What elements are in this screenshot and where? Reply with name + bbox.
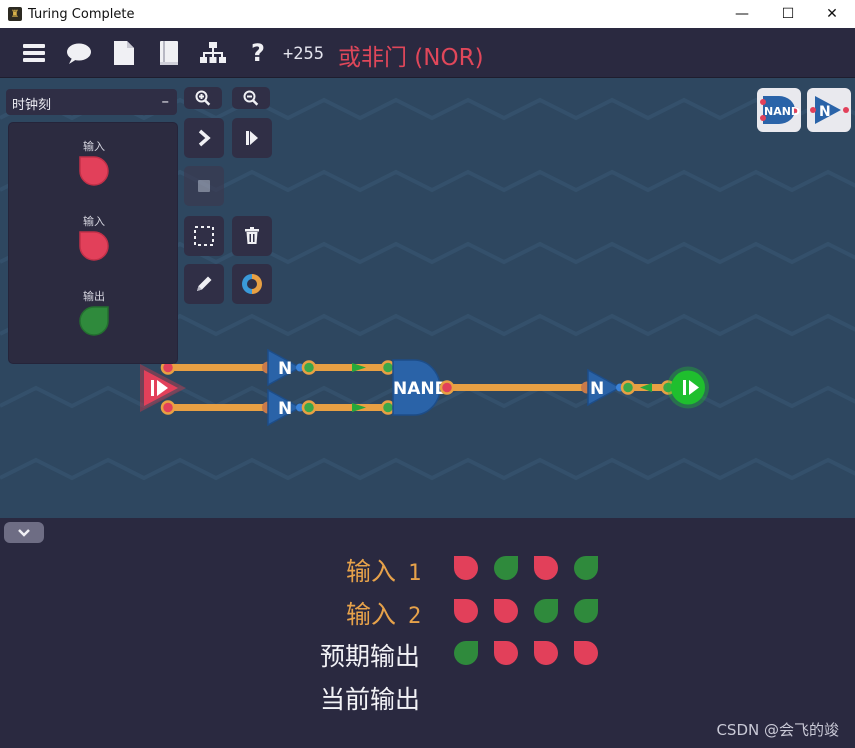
not-gate-label: N — [590, 379, 604, 399]
input-pin-icon[interactable] — [78, 155, 110, 187]
not-gate-icon: N — [810, 96, 849, 124]
document-icon[interactable] — [111, 40, 137, 66]
row-label-expected-output: 预期输出 — [320, 642, 421, 671]
output-component[interactable] — [660, 366, 709, 409]
zoom-in-button[interactable] — [184, 87, 222, 109]
not-gate-2[interactable]: N — [262, 388, 317, 427]
nand-gate[interactable]: NAND — [380, 359, 455, 416]
circuit-canvas[interactable]: N N NAND N 时钟刻 – 输入 输入 输出 NAND N — [0, 78, 855, 518]
truth-value-low-icon — [494, 599, 518, 623]
step-button[interactable] — [184, 118, 224, 158]
palette-not-gate[interactable]: N — [807, 88, 851, 132]
level-title: 或非门 (NOR) — [338, 45, 484, 71]
wire-input2-to-not2[interactable] — [166, 404, 270, 411]
maximize-button[interactable]: ☐ — [765, 0, 811, 28]
truth-value-low-icon — [494, 641, 518, 665]
wire-not2-to-nand[interactable] — [306, 404, 390, 411]
stop-icon — [198, 180, 210, 192]
truth-table-panel: 输入 1 输入 2 预期输出 当前输出 CSDN @会飞的竣 — [0, 518, 855, 748]
clock-collapse-button[interactable]: – — [162, 92, 170, 110]
truth-value-low-icon — [454, 599, 478, 623]
wire-not1-to-nand[interactable] — [306, 364, 390, 371]
not-gate-label: N — [278, 399, 292, 419]
chevron-right-icon — [198, 129, 211, 147]
run-button[interactable] — [232, 118, 272, 158]
row-label-input-2: 输入 2 — [346, 600, 422, 629]
top-toolbar: ? +255 或非门 (NOR) — [0, 28, 855, 78]
zoom-out-icon — [243, 90, 259, 106]
help-icon[interactable]: ? — [245, 39, 271, 67]
collapse-panel-button[interactable] — [4, 522, 44, 543]
output-pin-icon[interactable] — [78, 305, 110, 337]
not-gate-3[interactable]: N — [581, 368, 636, 407]
palette-nand-label: NAND — [764, 105, 800, 118]
nand-gate-icon: NAND — [760, 96, 800, 124]
play-icon — [246, 131, 258, 145]
io-component-panel: 输入 输入 输出 — [8, 122, 178, 364]
zoom-in-icon — [195, 90, 211, 106]
close-button[interactable]: ✕ — [809, 0, 855, 28]
wire-nand-to-not3[interactable] — [446, 384, 586, 391]
io-label: 输入 — [83, 140, 105, 153]
truth-value-low-icon — [454, 556, 478, 580]
io-label: 输出 — [83, 290, 105, 303]
chat-icon[interactable] — [66, 40, 92, 66]
truth-value-low-icon — [534, 556, 558, 580]
truth-value-high-icon — [574, 599, 598, 623]
row-label-input-1: 输入 1 — [346, 557, 422, 586]
truth-value-high-icon — [574, 556, 598, 580]
menu-icon[interactable] — [21, 40, 47, 66]
color-wheel-button[interactable] — [232, 264, 272, 304]
input-pin-icon[interactable] — [78, 230, 110, 262]
pencil-button[interactable] — [184, 264, 224, 304]
truth-value-high-icon — [494, 556, 518, 580]
io-output[interactable]: 输出 — [9, 288, 179, 341]
truth-value-low-icon — [574, 641, 598, 665]
trash-icon — [245, 227, 259, 244]
palette-not-label: N — [819, 104, 831, 120]
truth-value-low-icon — [534, 641, 558, 665]
delete-button[interactable] — [232, 216, 272, 256]
select-button[interactable] — [184, 216, 224, 256]
book-icon[interactable] — [156, 40, 182, 66]
watermark: CSDN @会飞的竣 — [716, 721, 839, 739]
app-logo-icon: ♜ — [8, 7, 22, 21]
score-counter: +255 — [283, 44, 324, 64]
window-titlebar: ♜ Turing Complete — ☐ ✕ — [0, 0, 855, 28]
io-input-2[interactable]: 输入 — [9, 213, 179, 266]
stop-button[interactable] — [184, 166, 224, 206]
not-gate-1[interactable]: N — [262, 348, 317, 387]
not-gate-label: N — [278, 359, 292, 379]
wire-input1-to-not1[interactable] — [166, 364, 270, 371]
palette-nand-gate[interactable]: NAND — [757, 88, 801, 132]
hierarchy-icon[interactable] — [200, 40, 226, 66]
selection-box-icon — [194, 226, 214, 246]
zoom-out-button[interactable] — [232, 87, 270, 109]
minimize-button[interactable]: — — [719, 0, 765, 28]
truth-value-high-icon — [454, 641, 478, 665]
io-input-1[interactable]: 输入 — [9, 138, 179, 191]
row-label-current-output: 当前输出 — [320, 685, 421, 714]
chevron-down-icon — [18, 528, 30, 537]
pencil-icon — [197, 276, 212, 291]
color-wheel-icon — [242, 274, 262, 294]
app-window: ♜ Turing Complete — ☐ ✕ ? +255 或非门 (NOR) — [0, 0, 855, 748]
truth-value-high-icon — [534, 599, 558, 623]
window-title: Turing Complete — [28, 6, 135, 22]
clock-tick-selector[interactable]: 时钟刻 – — [6, 89, 177, 115]
clock-tick-label: 时钟刻 — [12, 98, 52, 113]
io-label: 输入 — [83, 215, 105, 228]
